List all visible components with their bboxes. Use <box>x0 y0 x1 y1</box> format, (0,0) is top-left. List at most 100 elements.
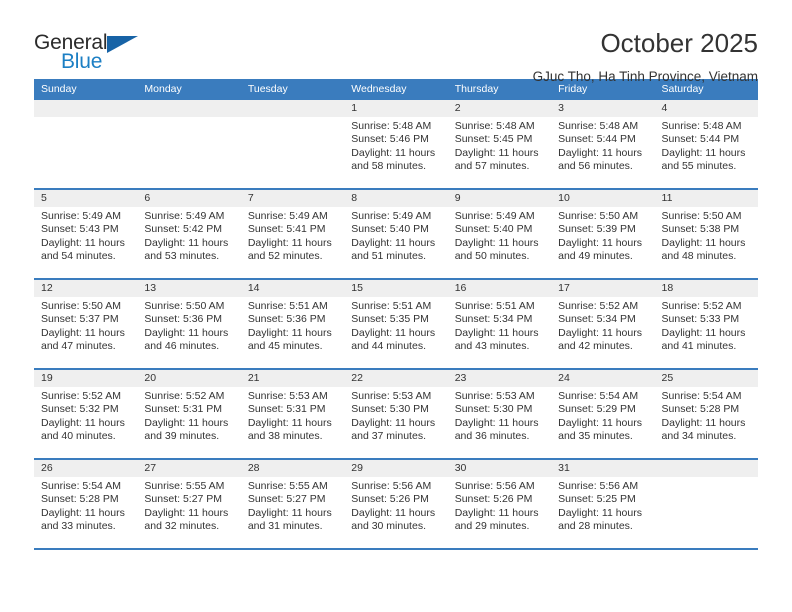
day-detail-line: Sunset: 5:40 PM <box>351 223 429 236</box>
day-detail-line: and 30 minutes. <box>351 520 426 533</box>
calendar-day-cell[interactable]: 30 Sunrise: 5:56 AM Sunset: 5:26 PM Dayligh… <box>447 460 552 548</box>
calendar-day-cell[interactable]: 27 Sunrise: 5:55 AM Sunset: 5:27 PM Dayligh… <box>137 460 241 548</box>
day-detail-line: and 40 minutes. <box>41 430 116 443</box>
day-number: 17 <box>551 280 655 297</box>
calendar-day-cell[interactable]: 4 Sunrise: 5:48 AM Sunset: 5:44 PM Daylight… <box>654 100 758 188</box>
day-details: Sunrise: 5:48 AM Sunset: 5:44 PM Daylight:… <box>551 117 654 174</box>
calendar-day-cell[interactable]: 29 Sunrise: 5:56 AM Sunset: 5:26 PM Dayligh… <box>344 460 448 548</box>
calendar-day-cell[interactable]: 26 Sunrise: 5:54 AM Sunset: 5:28 PM Dayligh… <box>34 460 138 548</box>
day-number: 21 <box>240 370 345 387</box>
day-number: 24 <box>551 370 655 387</box>
calendar-day-cell[interactable]: 1 Sunrise: 5:48 AM Sunset: 5:46 PM Daylight… <box>344 100 448 188</box>
calendar-day-cell[interactable]: 21 Sunrise: 5:53 AM Sunset: 5:31 PM Dayligh… <box>240 370 345 458</box>
day-number: 3 <box>551 100 655 117</box>
day-detail-line: Daylight: 11 hours <box>41 416 125 429</box>
day-detail-line: and 53 minutes. <box>144 250 220 263</box>
day-number: 8 <box>344 190 448 207</box>
day-detail-line: Daylight: 11 hours <box>454 506 539 519</box>
day-detail-line: Sunrise: 5:53 AM <box>351 390 432 402</box>
day-detail-line: Daylight: 11 hours <box>558 236 642 249</box>
day-detail-line: Sunset: 5:34 PM <box>558 313 636 326</box>
day-detail-line: and 52 minutes. <box>247 250 323 263</box>
day-number: 12 <box>34 280 138 297</box>
calendar-day-cell[interactable]: 28 Sunrise: 5:55 AM Sunset: 5:27 PM Dayligh… <box>240 460 345 548</box>
day-detail-line: Sunset: 5:40 PM <box>454 223 533 236</box>
calendar-day-cell[interactable]: 9 Sunrise: 5:49 AM Sunset: 5:40 PM Daylight… <box>447 190 552 278</box>
day-detail-line: Sunrise: 5:52 AM <box>661 300 742 312</box>
calendar-day-cell[interactable]: 20 Sunrise: 5:52 AM Sunset: 5:31 PM Dayligh… <box>137 370 241 458</box>
calendar-cell-empty <box>137 100 241 188</box>
day-detail-line: Daylight: 11 hours <box>558 326 642 339</box>
calendar-day-cell[interactable]: 7 Sunrise: 5:49 AM Sunset: 5:41 PM Daylight… <box>240 190 345 278</box>
day-details <box>241 117 344 120</box>
day-details: Sunrise: 5:55 AM Sunset: 5:27 PM Daylight:… <box>241 477 344 534</box>
day-detail-line: and 28 minutes. <box>558 520 633 533</box>
day-detail-line: Daylight: 11 hours <box>41 236 125 249</box>
day-number: 11 <box>654 190 758 207</box>
calendar-day-cell[interactable]: 2 Sunrise: 5:48 AM Sunset: 5:45 PM Daylight… <box>447 100 552 188</box>
day-detail-line: Sunset: 5:35 PM <box>351 313 429 326</box>
weekday-header-thursday: Thursday <box>454 83 499 95</box>
day-detail-line: Daylight: 11 hours <box>351 506 436 519</box>
day-details: Sunrise: 5:56 AM Sunset: 5:25 PM Daylight:… <box>551 477 654 534</box>
calendar-day-cell[interactable]: 8 Sunrise: 5:49 AM Sunset: 5:40 PM Daylight… <box>344 190 448 278</box>
calendar-day-cell[interactable]: 13 Sunrise: 5:50 AM Sunset: 5:36 PM Dayligh… <box>137 280 241 368</box>
calendar-day-cell[interactable]: 31 Sunrise: 5:56 AM Sunset: 5:25 PM Dayligh… <box>551 460 655 548</box>
day-detail-line: Sunrise: 5:51 AM <box>247 300 328 312</box>
calendar-day-cell[interactable]: 22 Sunrise: 5:53 AM Sunset: 5:30 PM Dayligh… <box>344 370 448 458</box>
day-details: Sunrise: 5:48 AM Sunset: 5:46 PM Daylight:… <box>344 117 447 174</box>
triangle-flag-icon <box>107 36 138 53</box>
day-detail-line: Sunrise: 5:50 AM <box>144 300 225 312</box>
calendar-day-cell[interactable]: 17 Sunrise: 5:52 AM Sunset: 5:34 PM Dayligh… <box>551 280 655 368</box>
calendar-day-cell[interactable]: 11 Sunrise: 5:50 AM Sunset: 5:38 PM Dayligh… <box>654 190 758 278</box>
day-number: 6 <box>137 190 241 207</box>
day-details: Sunrise: 5:50 AM Sunset: 5:36 PM Daylight:… <box>137 297 240 354</box>
day-detail-line: Sunrise: 5:54 AM <box>661 390 742 402</box>
calendar-week-row: 12 Sunrise: 5:50 AM Sunset: 5:37 PM Dayligh… <box>34 280 758 370</box>
day-detail-line: Sunrise: 5:54 AM <box>41 480 121 492</box>
day-details: Sunrise: 5:49 AM Sunset: 5:42 PM Daylight:… <box>137 207 240 264</box>
day-details: Sunrise: 5:54 AM Sunset: 5:29 PM Daylight:… <box>551 387 654 444</box>
day-detail-line: Sunrise: 5:48 AM <box>351 120 432 132</box>
calendar-day-cell[interactable]: 12 Sunrise: 5:50 AM Sunset: 5:37 PM Dayligh… <box>34 280 138 368</box>
day-details: Sunrise: 5:52 AM Sunset: 5:33 PM Daylight:… <box>655 297 758 354</box>
day-detail-line: Sunrise: 5:51 AM <box>351 300 432 312</box>
day-number: 31 <box>551 460 655 477</box>
calendar-cell-empty <box>34 100 138 188</box>
day-detail-line: and 58 minutes. <box>351 160 426 173</box>
calendar-day-cell[interactable]: 24 Sunrise: 5:54 AM Sunset: 5:29 PM Dayligh… <box>551 370 655 458</box>
day-detail-line: Daylight: 11 hours <box>144 416 229 429</box>
calendar-day-cell[interactable]: 3 Sunrise: 5:48 AM Sunset: 5:44 PM Daylight… <box>551 100 655 188</box>
day-number: 27 <box>137 460 241 477</box>
day-detail-line: Daylight: 11 hours <box>247 326 332 339</box>
day-detail-line: Sunset: 5:29 PM <box>558 403 636 416</box>
calendar-day-cell[interactable]: 14 Sunrise: 5:51 AM Sunset: 5:36 PM Dayligh… <box>240 280 345 368</box>
day-detail-line: and 29 minutes. <box>454 520 530 533</box>
calendar-day-cell[interactable]: 19 Sunrise: 5:52 AM Sunset: 5:32 PM Dayligh… <box>34 370 138 458</box>
calendar-day-cell[interactable]: 25 Sunrise: 5:54 AM Sunset: 5:28 PM Dayligh… <box>654 370 758 458</box>
day-number: 30 <box>447 460 552 477</box>
day-detail-line: Sunrise: 5:50 AM <box>41 300 121 312</box>
calendar-day-cell[interactable]: 6 Sunrise: 5:49 AM Sunset: 5:42 PM Daylight… <box>137 190 241 278</box>
day-details <box>137 117 240 120</box>
calendar-day-cell[interactable]: 15 Sunrise: 5:51 AM Sunset: 5:35 PM Dayligh… <box>344 280 448 368</box>
brand-logo[interactable]: General Blue <box>34 28 154 80</box>
calendar-day-cell[interactable]: 5 Sunrise: 5:49 AM Sunset: 5:43 PM Daylight… <box>34 190 138 278</box>
day-detail-line: Sunset: 5:44 PM <box>558 133 636 146</box>
calendar-day-cell[interactable]: 10 Sunrise: 5:50 AM Sunset: 5:39 PM Dayligh… <box>551 190 655 278</box>
day-detail-line: Sunset: 5:44 PM <box>661 133 740 146</box>
day-number <box>240 100 345 117</box>
day-details: Sunrise: 5:51 AM Sunset: 5:36 PM Daylight:… <box>241 297 344 354</box>
day-detail-line: Sunrise: 5:53 AM <box>454 390 535 402</box>
calendar-week-row: 1 Sunrise: 5:48 AM Sunset: 5:46 PM Daylight… <box>34 100 758 190</box>
day-detail-line: Sunset: 5:37 PM <box>41 313 119 326</box>
calendar-day-cell[interactable]: 18 Sunrise: 5:52 AM Sunset: 5:33 PM Dayligh… <box>654 280 758 368</box>
day-details: Sunrise: 5:51 AM Sunset: 5:34 PM Daylight:… <box>448 297 551 354</box>
day-number <box>137 100 241 117</box>
day-details: Sunrise: 5:52 AM Sunset: 5:31 PM Daylight:… <box>137 387 240 444</box>
day-number <box>654 460 758 477</box>
page-title: October 2025 <box>600 28 758 58</box>
calendar-day-cell[interactable]: 16 Sunrise: 5:51 AM Sunset: 5:34 PM Dayligh… <box>447 280 552 368</box>
day-number: 5 <box>34 190 138 207</box>
calendar-day-cell[interactable]: 23 Sunrise: 5:53 AM Sunset: 5:30 PM Dayligh… <box>447 370 552 458</box>
